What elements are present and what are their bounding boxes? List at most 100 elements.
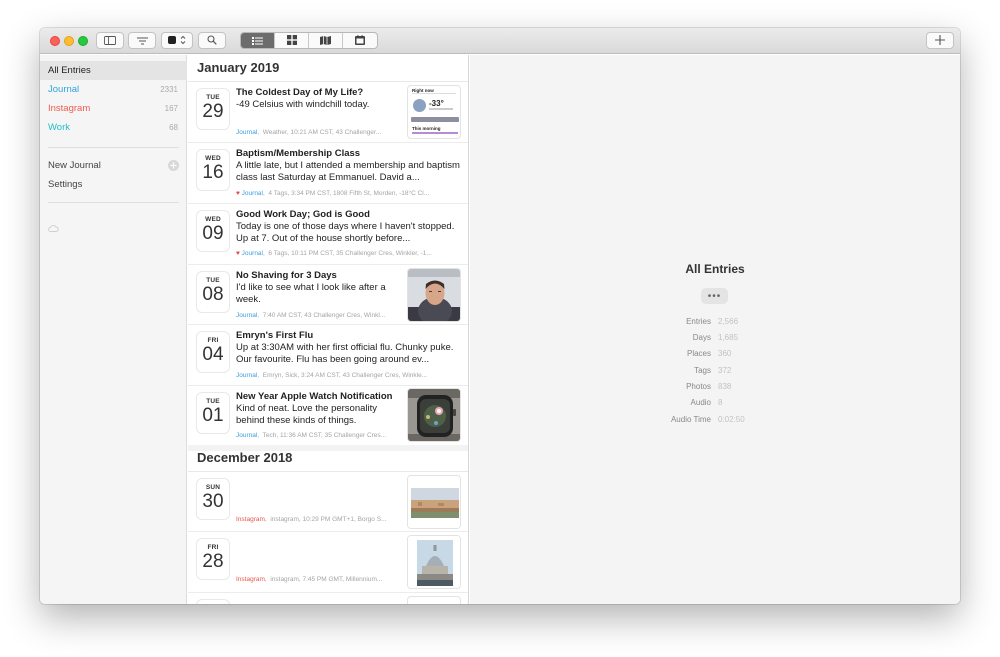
weekday-label: FRI xyxy=(207,544,219,551)
stat-row: Tags 372 xyxy=(470,366,960,380)
entry-title: Good Work Day; God is Good xyxy=(236,209,370,220)
weekday-label: FRI xyxy=(207,337,219,344)
sidebar-item-label: Instagram xyxy=(48,103,91,114)
list-item[interactable]: SUN 30 Instagram, instagram, 10:29 PM GM… xyxy=(188,472,468,532)
add-journal-icon[interactable] xyxy=(168,160,179,174)
calendar-view-icon xyxy=(355,33,365,48)
sidebar-item-work[interactable]: Work 68 xyxy=(40,118,187,137)
entry-title: Baptism/Membership Class xyxy=(236,148,361,159)
apple-watch-photo xyxy=(407,388,461,442)
list-item[interactable]: TUE 01 New Year Apple Watch Notification… xyxy=(188,386,468,445)
tab-list-view[interactable] xyxy=(241,33,275,48)
entry-meta-details: 6 Tags, 10:11 PM CST, 35 Challenger Cres… xyxy=(268,250,432,257)
minimize-window-button[interactable] xyxy=(64,36,74,46)
selfie-photo xyxy=(407,268,461,322)
new-journal-button[interactable]: New Journal xyxy=(40,156,187,175)
weekday-label: TUE xyxy=(206,94,220,101)
date-badge xyxy=(196,599,230,604)
list-item[interactable]: WED 16 Baptism/Membership Class A little… xyxy=(188,143,468,204)
date-badge: TUE 08 xyxy=(196,271,230,313)
journal-tag: Journal xyxy=(241,250,263,257)
toggle-sidebar-button[interactable] xyxy=(96,32,124,49)
filter-icon xyxy=(136,32,148,50)
heart-icon: ♥ xyxy=(236,190,240,197)
detail-title: All Entries xyxy=(685,262,745,276)
day-number: 09 xyxy=(202,223,224,244)
entry-title: New Year Apple Watch Notification xyxy=(236,391,393,402)
entry-count: 68 xyxy=(169,123,178,132)
settings-button[interactable]: Settings xyxy=(40,175,187,194)
entry-meta-details: 4 Tags, 3:34 PM CST, 1808 Fifth St, Mord… xyxy=(268,190,430,197)
entry-count: 167 xyxy=(164,104,178,113)
stat-row: Photos 838 xyxy=(470,382,960,396)
day-number: 28 xyxy=(202,551,224,572)
list-item[interactable]: TUE 08 No Shaving for 3 Days I'd like to… xyxy=(188,265,468,325)
sidebar-icon xyxy=(104,32,116,50)
list-item[interactable]: FRI 04 Emryn's First Flu Up at 3:30AM wi… xyxy=(188,325,468,386)
sidebar-item-label: New Journal xyxy=(48,160,101,171)
entry-list: January 2019 TUE 29 The Coldest Day of M… xyxy=(188,55,469,604)
heart-icon: ♥ xyxy=(236,250,240,257)
list-item[interactable] xyxy=(188,593,468,604)
weekday-label: WED xyxy=(205,216,221,223)
stat-label: Places xyxy=(686,349,711,358)
stat-row: Audio Time 0:02:50 xyxy=(470,415,960,429)
filter-button[interactable] xyxy=(128,32,156,49)
day-number: 29 xyxy=(202,101,224,122)
journal-color-picker[interactable] xyxy=(161,32,193,49)
sidebar-item-journal[interactable]: Journal 2331 xyxy=(40,80,187,99)
entry-meta-details: instagram, 10:29 PM GMT+1, Borgo S... xyxy=(270,516,387,523)
day-number: 16 xyxy=(202,162,224,183)
entry-preview: Up at 3:30AM with her first official flu… xyxy=(236,342,454,365)
entry-meta-details: Emryn, Sick, 3:24 AM CST, 43 Challenger … xyxy=(262,372,428,379)
journal-tag: Journal xyxy=(241,190,263,197)
stat-value: 8 xyxy=(718,398,723,407)
weather-temp: -33° xyxy=(429,99,444,108)
list-item[interactable]: TUE 29 The Coldest Day of My Life? -49 C… xyxy=(188,82,468,143)
tab-map-view[interactable] xyxy=(309,33,343,48)
color-swatch-icon xyxy=(167,32,187,50)
tab-grid-view[interactable] xyxy=(275,33,309,48)
weekday-label: WED xyxy=(205,155,221,162)
entry-preview: Today is one of those days where I haven… xyxy=(236,221,455,244)
stat-label: Audio Time xyxy=(670,415,711,424)
journal-tag: Journal xyxy=(236,372,258,379)
stat-value: 1,685 xyxy=(718,333,739,342)
stat-label: Days xyxy=(692,333,711,342)
grid-view-icon xyxy=(286,33,297,48)
list-item[interactable]: FRI 28 Instagram, instagram, 7:45 PM GMT… xyxy=(188,532,468,593)
stat-label: Audio xyxy=(690,398,711,407)
more-options-button[interactable]: ••• xyxy=(701,288,728,304)
view-mode-segmented-control xyxy=(240,32,378,49)
search-button[interactable] xyxy=(198,32,226,49)
sidebar-item-instagram[interactable]: Instagram 167 xyxy=(40,99,187,118)
weather-screenshot: Right now -33° This morning xyxy=(407,85,461,139)
journal-tag: Journal xyxy=(236,432,258,439)
sidebar-item-label: Journal xyxy=(48,84,80,95)
stat-row: Places 360 xyxy=(470,349,960,363)
journal-tag: Instagram xyxy=(236,576,265,583)
sidebar-divider xyxy=(48,147,179,148)
zoom-window-button[interactable] xyxy=(78,36,88,46)
entry-meta: Journal, 7:40 AM CST, 43 Challenger Cres… xyxy=(236,312,386,319)
sidebar-item-all-entries[interactable]: All Entries xyxy=(40,61,187,80)
app-window: All Entries Journal 2331 Instagram 167 W… xyxy=(40,28,960,604)
weekday-label: TUE xyxy=(206,398,220,405)
journal-tag: Journal xyxy=(236,312,258,319)
entry-preview: I'd like to see what I look like after a… xyxy=(236,282,386,305)
florence-photo xyxy=(407,475,461,529)
entry-meta-details: 7:40 AM CST, 43 Challenger Cres, Winkl..… xyxy=(262,312,386,319)
entry-title: No Shaving for 3 Days xyxy=(236,270,337,281)
entry-meta: Instagram, instagram, 7:45 PM GMT, Mille… xyxy=(236,576,383,583)
list-item[interactable]: WED 09 Good Work Day; God is Good Today … xyxy=(188,204,468,265)
journal-tag: Instagram xyxy=(236,516,265,523)
close-window-button[interactable] xyxy=(50,36,60,46)
tab-calendar-view[interactable] xyxy=(343,33,377,48)
new-entry-button[interactable] xyxy=(926,32,954,49)
entry-thumbnail xyxy=(407,596,461,604)
month-header: January 2019 xyxy=(197,60,280,75)
entry-title: The Coldest Day of My Life? xyxy=(236,87,364,98)
entry-meta-details: Tech, 11:36 AM CST, 35 Challenger Cres..… xyxy=(262,432,387,439)
stat-label: Photos xyxy=(686,382,711,391)
entry-preview: Kind of neat. Love the personality behin… xyxy=(236,403,378,426)
